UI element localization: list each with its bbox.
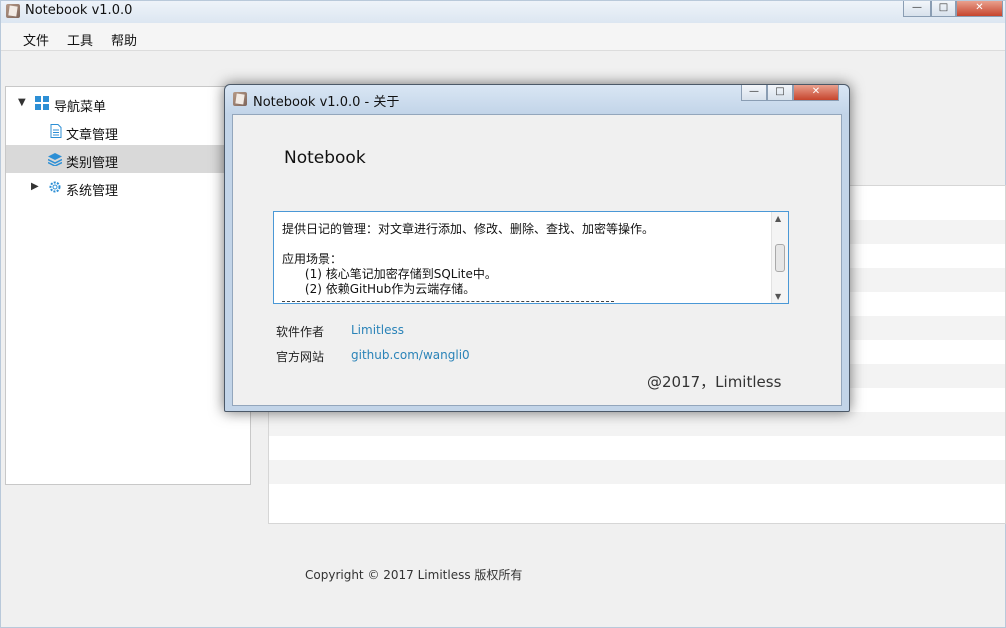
table-row [269, 460, 1005, 484]
vertical-scrollbar[interactable]: ▲ ▼ [771, 212, 788, 303]
dialog-titlebar: Notebook v1.0.0 - 关于 — □ ✕ [225, 85, 849, 113]
layers-icon [48, 153, 62, 166]
close-button[interactable]: ✕ [956, 1, 1003, 17]
tree-item-categories[interactable]: 类别管理 [6, 145, 250, 173]
table-row [269, 412, 1005, 436]
app-logo-icon [6, 4, 20, 18]
tree-item-articles[interactable]: 文章管理 [6, 117, 250, 145]
main-titlebar: Notebook v1.0.0 — □ ✕ [1, 1, 1005, 23]
minimize-button[interactable]: — [903, 1, 931, 17]
tree-root-label: 导航菜单 [54, 100, 107, 115]
scroll-up-arrow-icon[interactable]: ▲ [775, 214, 781, 223]
dialog-maximize-button[interactable]: □ [767, 85, 793, 101]
menu-file[interactable]: 文件 [23, 30, 49, 49]
grid-icon [35, 96, 49, 110]
tree-item-label: 文章管理 [66, 128, 119, 143]
separator-line [282, 211, 578, 212]
author-link[interactable]: Limitless [351, 323, 404, 337]
gear-icon [49, 181, 61, 193]
maximize-button[interactable]: □ [931, 1, 956, 17]
about-heading: Notebook [284, 148, 366, 168]
signature-text: @2017，Limitless [647, 373, 782, 391]
collapsed-arrow-icon[interactable]: ▶ [31, 181, 39, 192]
description-line: 提供日记的管理：对文章进行添加、修改、删除、查找、加密等操作。 [282, 222, 655, 236]
tree-item-label: 类别管理 [66, 156, 119, 171]
about-dialog: Notebook v1.0.0 - 关于 — □ ✕ Notebook 提供日记… [224, 84, 850, 412]
dialog-title: Notebook v1.0.0 - 关于 [253, 95, 400, 110]
dialog-minimize-button[interactable]: — [741, 85, 767, 101]
footer-copyright: Copyright © 2017 Limitless 版权所有 [305, 568, 523, 582]
menu-help[interactable]: 帮助 [111, 30, 137, 49]
menu-tools[interactable]: 工具 [67, 30, 93, 49]
scroll-down-arrow-icon[interactable]: ▼ [775, 292, 781, 301]
separator-line [282, 301, 614, 302]
tree-root-nav-menu[interactable]: ▼ 导航菜单 [6, 89, 250, 117]
author-label: 软件作者 [276, 325, 325, 339]
dialog-close-button[interactable]: ✕ [793, 85, 839, 101]
website-label: 官方网站 [276, 350, 325, 364]
window-title: Notebook v1.0.0 [25, 3, 133, 18]
expand-arrow-icon[interactable]: ▼ [18, 97, 26, 108]
website-link[interactable]: github.com/wangli0 [351, 348, 470, 362]
app-logo-icon [233, 92, 247, 106]
tree-item-label: 系统管理 [66, 184, 119, 199]
document-icon [50, 124, 62, 138]
description-textarea[interactable]: 提供日记的管理：对文章进行添加、修改、删除、查找、加密等操作。 应用场景： (1… [273, 211, 789, 304]
menu-bar: 文件 工具 帮助 [1, 23, 1005, 51]
dialog-body: Notebook 提供日记的管理：对文章进行添加、修改、删除、查找、加密等操作。… [232, 114, 842, 406]
tree-item-system[interactable]: ▶ 系统管理 [6, 173, 250, 201]
navigation-tree: ▼ 导航菜单 文章管理 类别管理 ▶ 系统管理 [5, 86, 251, 485]
scroll-thumb[interactable] [775, 244, 785, 272]
description-line: (2) 依赖GitHub作为云端存储。 [282, 282, 476, 296]
